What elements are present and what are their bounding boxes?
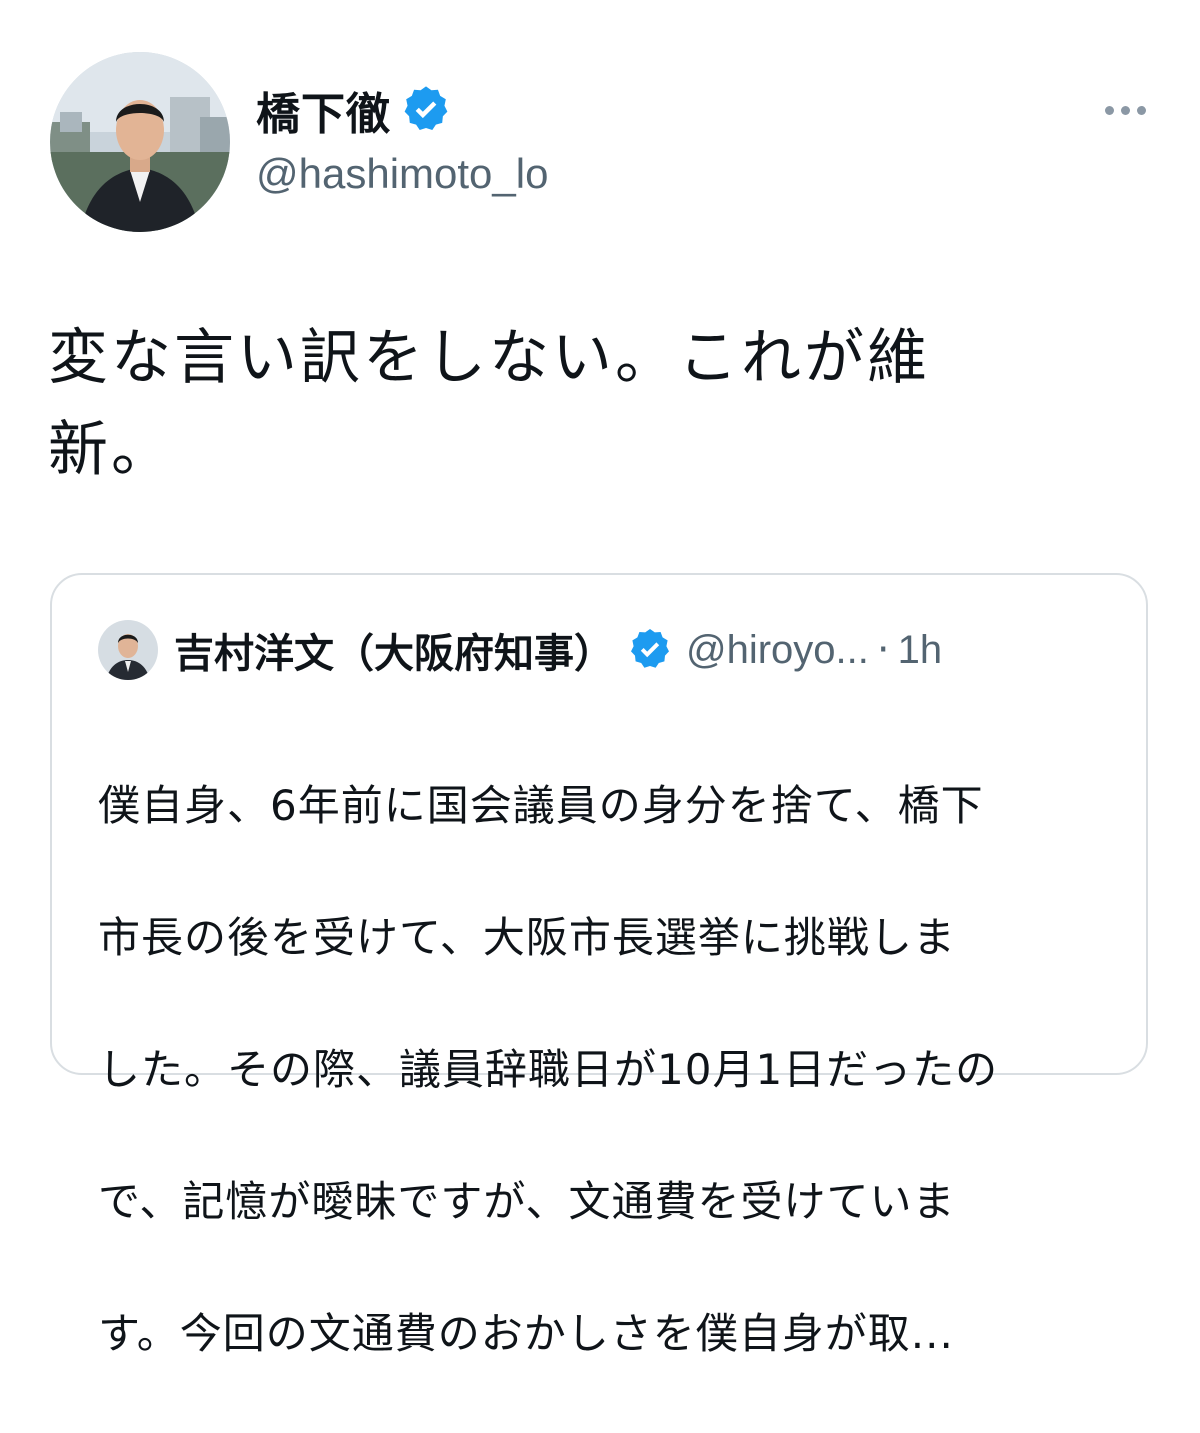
quoted-tweet-header: 吉村洋文（大阪府知事） @hiroyo... · 1h (98, 619, 942, 681)
quoted-text-line: 市長の後を受けて、大阪市長選挙に挑戦しま (98, 913, 956, 962)
tweet-text: 変な言い訳をしない。これが維 新。 (48, 312, 1048, 496)
quoted-text-line: した。その際、議員辞職日が10月1日だったの (98, 1045, 999, 1094)
quoted-tweet-text: 僕自身、6年前に国会議員の身分を捨て、橋下 市長の後を受けて、大阪市長選挙に挑戦… (98, 707, 1108, 1433)
verified-badge-icon (626, 626, 674, 674)
quoted-author-display-name[interactable]: 吉村洋文（大阪府知事） (174, 621, 614, 679)
quoted-tweet-card[interactable]: 吉村洋文（大阪府知事） @hiroyo... · 1h 僕自身、6年前に国会議員… (50, 573, 1148, 1358)
quoted-author-avatar[interactable] (98, 620, 158, 680)
more-options-button[interactable] (1090, 90, 1160, 130)
quoted-header-separator: · (876, 627, 890, 673)
quoted-text-line: で、記憶が曖昧ですが、文通費を受けていま (98, 1177, 956, 1226)
quoted-author-handle[interactable]: @hiroyo... (686, 628, 869, 673)
tweet-text-line: 変な言い訳をしない。これが維 (48, 323, 930, 393)
quoted-tweet-timestamp[interactable]: 1h (898, 628, 943, 673)
author-avatar[interactable] (50, 52, 230, 232)
author-avatar-image (50, 52, 230, 232)
author-name-row: 橋下徹 (256, 82, 453, 140)
quoted-text-line: 僕自身、6年前に国会議員の身分を捨て、橋下 (98, 781, 984, 830)
quoted-text-line: す。今回の文通費のおかしさを僕自身が取... (98, 1309, 954, 1358)
tweet-text-line: 新。 (48, 415, 174, 485)
verified-badge-icon (399, 83, 453, 137)
author-display-name[interactable]: 橋下徹 (256, 78, 391, 142)
more-options-icon-dot (1120, 105, 1130, 115)
more-options-icon-dot (1136, 105, 1146, 115)
author-handle[interactable]: @hashimoto_lo (256, 150, 548, 198)
tweet[interactable]: 橋下徹 @hashimoto_lo 変な言い訳をしない。これが維 新。 吉村洋文… (0, 0, 1200, 1358)
more-options-icon (1104, 105, 1114, 115)
